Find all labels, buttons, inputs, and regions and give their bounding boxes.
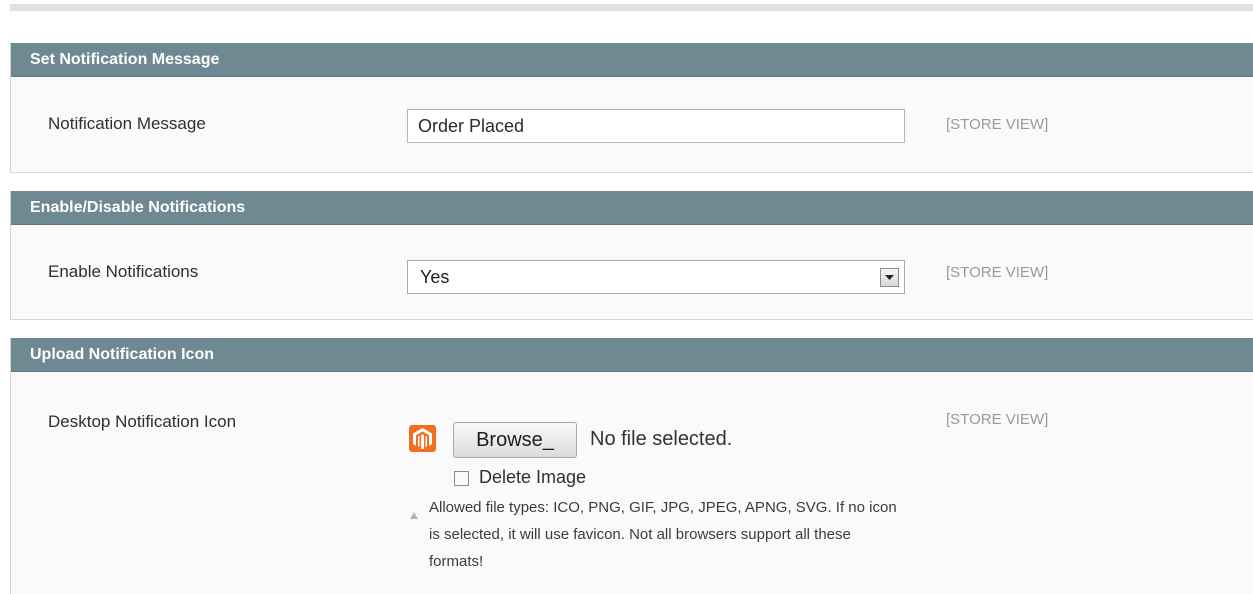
notification-message-input[interactable] — [407, 109, 905, 143]
section-title[interactable]: Set Notification Message — [11, 43, 1253, 77]
delete-image-checkbox[interactable] — [454, 471, 469, 486]
chevron-down-icon[interactable] — [880, 268, 899, 287]
section-body: Desktop Notification Icon Browse_ No fil… — [11, 372, 1253, 594]
section-title[interactable]: Enable/Disable Notifications — [11, 191, 1253, 225]
notification-message-section: Set Notification Message Notification Me… — [10, 43, 1253, 173]
select-value: Yes — [420, 267, 450, 287]
note-arrow-icon — [410, 506, 418, 524]
file-status-text: No file selected. — [590, 428, 733, 450]
scope-label: [STORE VIEW] — [946, 411, 1049, 428]
scope-label: [STORE VIEW] — [946, 116, 1049, 133]
allowed-types-note: Allowed file types: ICO, PNG, GIF, JPG, … — [429, 499, 897, 570]
browse-button[interactable]: Browse_ — [453, 422, 577, 458]
notification-message-label: Notification Message — [48, 114, 206, 133]
magento-logo-icon — [409, 425, 436, 452]
enable-notifications-label: Enable Notifications — [48, 262, 199, 281]
scope-label: [STORE VIEW] — [946, 264, 1049, 281]
delete-image-label[interactable]: Delete Image — [479, 467, 586, 488]
enable-notifications-select[interactable]: Yes — [407, 260, 905, 294]
desktop-icon-label: Desktop Notification Icon — [48, 412, 237, 431]
section-title[interactable]: Upload Notification Icon — [11, 338, 1253, 372]
section-body: Enable Notifications Yes [STORE VIEW] — [11, 225, 1253, 320]
top-divider — [10, 4, 1253, 11]
section-body: Notification Message [STORE VIEW] — [11, 77, 1253, 173]
enable-notifications-section: Enable/Disable Notifications Enable Noti… — [10, 191, 1253, 320]
upload-icon-section: Upload Notification Icon Desktop Notific… — [10, 338, 1253, 594]
